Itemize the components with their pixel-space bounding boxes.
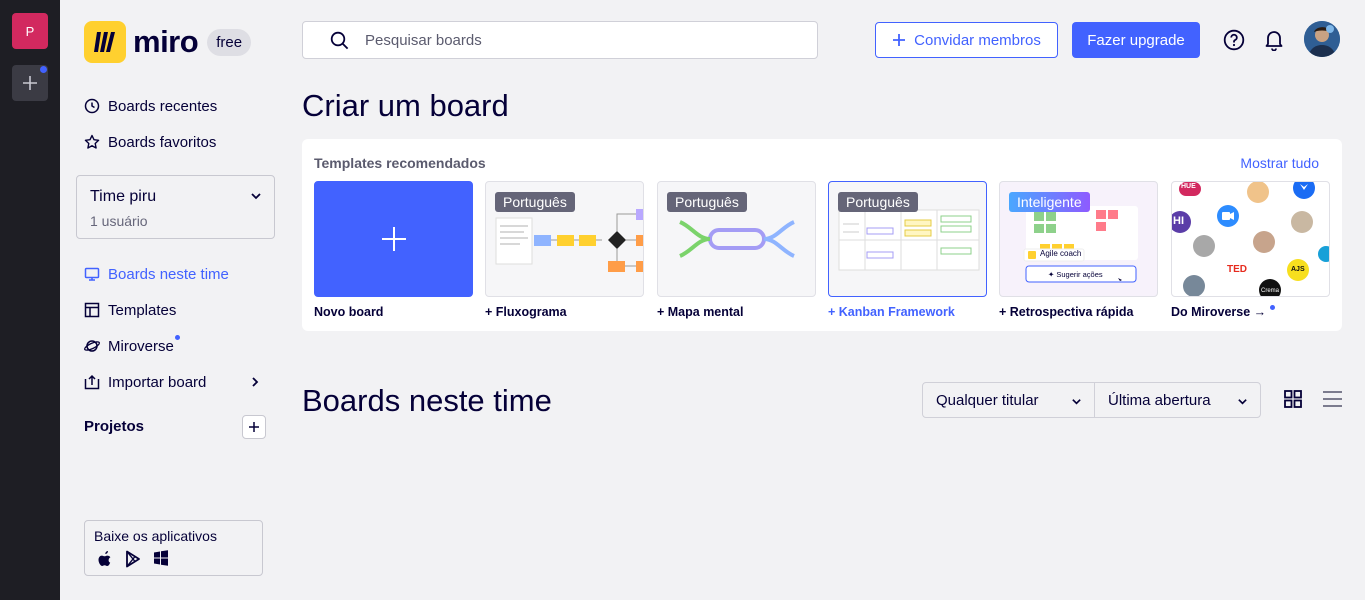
template-label[interactable]: Novo board	[314, 305, 383, 319]
show-all-link[interactable]: Mostrar tudo	[1240, 155, 1319, 171]
notification-dot	[40, 66, 47, 73]
kanban-template-card[interactable]: Português	[828, 181, 987, 297]
boards-section-title: Boards neste time	[302, 383, 552, 418]
add-project-button[interactable]	[242, 415, 266, 439]
windows-icon[interactable]	[153, 550, 169, 566]
nav-favorites-label: Boards favoritos	[108, 133, 217, 151]
flowchart-template-card[interactable]: Português	[485, 181, 644, 297]
owner-filter-value: Qualquer titular	[936, 391, 1039, 409]
grid-view-icon[interactable]	[1284, 390, 1302, 408]
agile-coach-label: Agile coach	[1040, 249, 1082, 258]
nav-miroverse-label: Miroverse	[108, 337, 174, 355]
miro-logo[interactable]: miro free	[84, 21, 252, 63]
suggest-actions-text: Sugerir ações	[1056, 270, 1103, 279]
google-play-icon[interactable]	[125, 550, 141, 568]
planet-icon	[84, 340, 100, 352]
nav-import-board[interactable]: Importar board	[84, 371, 264, 393]
bell-icon[interactable]	[1264, 29, 1284, 51]
nav-miroverse[interactable]: Miroverse	[84, 335, 174, 357]
template-label[interactable]: + Fluxograma	[485, 305, 567, 319]
download-apps-title: Baixe os aplicativos	[94, 528, 217, 544]
chevron-down-icon	[1238, 399, 1247, 405]
template-label[interactable]: + Mapa mental	[657, 305, 744, 319]
list-view-icon[interactable]	[1323, 390, 1342, 408]
team-member-count: 1 usuário	[90, 213, 148, 229]
nav-recent-label: Boards recentes	[108, 97, 218, 115]
retrospective-template-card[interactable]: Inteligente Agile coach ✦ Sugerir ações	[999, 181, 1158, 297]
miroverse-card[interactable]: HUE HI TED AJS Crema	[1171, 181, 1330, 297]
miro-logo-icon	[84, 21, 126, 63]
workspace-rail: P	[0, 0, 60, 600]
nav-recent-boards[interactable]: Boards recentes	[84, 95, 217, 117]
star-icon	[84, 134, 100, 149]
owner-filter-select[interactable]: Qualquer titular	[922, 382, 1095, 418]
hi-label: HI	[1173, 215, 1184, 227]
template-icon	[84, 302, 100, 318]
team-name: Time piru	[90, 188, 157, 205]
sort-filter-value: Última abertura	[1108, 391, 1211, 409]
help-icon[interactable]	[1223, 29, 1245, 51]
templates-heading: Templates recomendados	[314, 155, 486, 171]
new-indicator-dot	[1270, 305, 1275, 310]
team-selector[interactable]: Time piru 1 usuário	[76, 175, 275, 239]
plus-icon	[23, 76, 37, 90]
nav-import-label: Importar board	[108, 373, 207, 391]
ted-label: TED	[1227, 264, 1247, 275]
upgrade-button[interactable]: Fazer upgrade	[1072, 22, 1200, 58]
plus-icon	[381, 227, 406, 251]
hue-label: HUE	[1181, 183, 1196, 190]
template-label[interactable]: + Retrospectiva rápida	[999, 305, 1133, 319]
invite-label: Convidar membros	[914, 31, 1041, 49]
search-bar[interactable]	[302, 21, 818, 59]
mindmap-template-card[interactable]: Português	[657, 181, 816, 297]
projects-heading: Projetos	[84, 418, 145, 435]
miroverse-preview	[1172, 182, 1329, 296]
page-title: Criar um board	[302, 88, 509, 123]
ajs-label: AJS	[1291, 266, 1305, 273]
chevron-right-icon	[252, 377, 259, 387]
new-board-card[interactable]	[314, 181, 473, 297]
clock-icon	[84, 98, 100, 114]
crema-label: Crema	[1261, 288, 1280, 294]
template-label[interactable]: Do Miroverse →	[1171, 305, 1266, 319]
brand-name: miro	[133, 24, 199, 59]
nav-boards-label: Boards neste time	[108, 265, 229, 283]
language-tag: Português	[667, 192, 747, 212]
templates-panel: Templates recomendados Mostrar tudo Novo…	[302, 139, 1342, 331]
nav-templates[interactable]: Templates	[84, 299, 176, 321]
nav-templates-label: Templates	[108, 301, 177, 319]
plus-icon	[249, 422, 259, 432]
download-apps-box: Baixe os aplicativos	[84, 520, 263, 576]
workspace-avatar[interactable]: P	[12, 13, 48, 49]
suggest-actions-label: ✦ Sugerir ações	[1048, 270, 1103, 279]
plus-icon	[893, 34, 906, 46]
nav-favorite-boards[interactable]: Boards favoritos	[84, 131, 216, 153]
board-icon	[84, 267, 100, 281]
plan-badge: free	[207, 28, 252, 56]
chevron-down-icon	[251, 193, 261, 200]
import-icon	[84, 374, 100, 390]
language-tag: Português	[495, 192, 575, 212]
sort-filter-select[interactable]: Última abertura	[1094, 382, 1261, 418]
search-input[interactable]	[365, 31, 765, 49]
search-icon	[330, 31, 349, 49]
sidebar: miro free Boards recentes Boards favorit…	[60, 0, 288, 600]
user-avatar[interactable]	[1304, 21, 1340, 57]
new-indicator-dot	[175, 335, 180, 340]
invite-members-button[interactable]: Convidar membros	[875, 22, 1058, 58]
apple-icon[interactable]	[97, 550, 113, 568]
smart-tag: Inteligente	[1009, 192, 1090, 212]
chevron-down-icon	[1072, 399, 1081, 405]
nav-boards-in-team[interactable]: Boards neste time	[84, 263, 229, 285]
template-label[interactable]: + Kanban Framework	[828, 305, 955, 319]
language-tag: Português	[838, 192, 918, 212]
